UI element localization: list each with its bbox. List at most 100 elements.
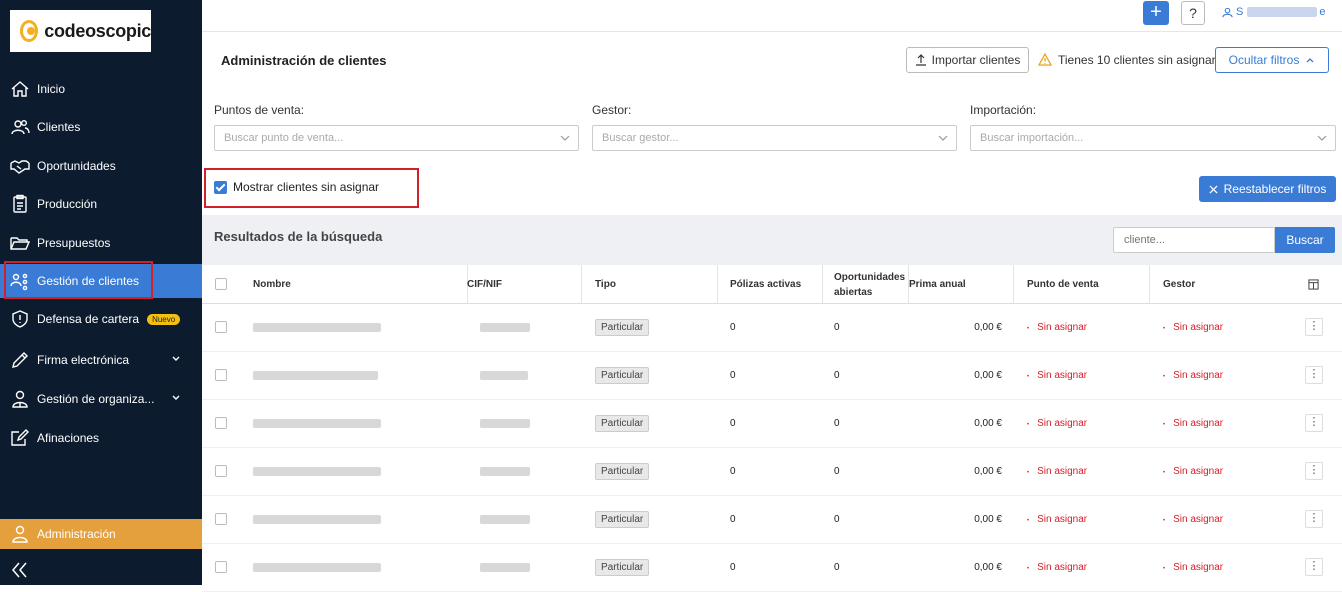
page-title: Administración de clientes <box>221 53 387 68</box>
row-checkbox[interactable] <box>215 369 227 381</box>
pen-icon <box>12 352 28 368</box>
col-tipo[interactable]: Tipo <box>595 265 616 304</box>
manager-status: Sin asignar <box>1163 544 1223 590</box>
type-pill: Particular <box>595 558 650 576</box>
annual-premium: 0,00 € <box>974 465 1002 477</box>
client-cif-redacted <box>480 448 530 494</box>
toggle-filters-button[interactable]: Ocultar filtros <box>1215 47 1329 73</box>
client-cif-redacted <box>480 400 530 446</box>
row-actions-menu[interactable]: ⋮ <box>1305 558 1323 576</box>
active-policies: 0 <box>730 465 736 477</box>
sidebar-item-produccion[interactable]: Producción <box>0 187 202 221</box>
user-suffix: e <box>1319 6 1326 18</box>
unassigned-text: Sin asignar <box>1163 514 1223 525</box>
open-opportunities: 0 <box>834 513 840 525</box>
highlight-box <box>204 168 419 208</box>
manager-status: Sin asignar <box>1163 304 1223 350</box>
row-checkbox[interactable] <box>215 561 227 573</box>
columns-config-icon[interactable] <box>1308 279 1319 290</box>
unassigned-text: Sin asignar <box>1163 370 1223 381</box>
client-type: Particular <box>595 448 650 494</box>
import-clients-label: Importar clientes <box>931 53 1021 67</box>
col-cif[interactable]: CIF/NIF <box>467 265 502 304</box>
client-type: Particular <box>595 304 650 350</box>
client-cif-redacted <box>480 304 530 350</box>
user-icon <box>1222 7 1233 17</box>
add-button[interactable]: + <box>1143 1 1169 25</box>
row-checkbox[interactable] <box>215 417 227 429</box>
row-actions-menu[interactable]: ⋮ <box>1305 510 1323 528</box>
reset-filters-button[interactable]: Reestablecer filtros <box>1199 176 1336 202</box>
client-name-redacted <box>253 544 381 590</box>
user-name-redacted <box>1247 7 1318 17</box>
points-of-sale-select[interactable]: Buscar punto de venta... <box>214 125 579 151</box>
shield-icon <box>12 310 28 328</box>
point-of-sale-status: Sin asignar <box>1027 496 1087 542</box>
sidebar-item-clientes[interactable]: Clientes <box>0 110 202 144</box>
client-name-redacted <box>253 304 381 350</box>
user-menu[interactable]: S e <box>1222 6 1325 18</box>
manager-select[interactable]: Buscar gestor... <box>592 125 957 151</box>
unassigned-text: Sin asignar <box>1163 418 1223 429</box>
sidebar-item-gestion-organizacion[interactable]: Gestión de organiza... <box>0 382 202 416</box>
manager-label: Gestor: <box>592 103 632 117</box>
logo-text: codeoscopic <box>44 20 151 41</box>
open-opportunities: 0 <box>834 465 840 477</box>
import-select[interactable]: Buscar importación... <box>970 125 1336 151</box>
col-polizas[interactable]: Pólizas activas <box>730 265 801 304</box>
table-row[interactable]: Particular 0 0 0,00 € Sin asignar Sin asignar… <box>202 304 1342 352</box>
col-oportunidades-line1: Oportunidades <box>834 271 906 283</box>
logo[interactable]: codeoscopic <box>10 10 151 52</box>
row-checkbox[interactable] <box>215 513 227 525</box>
row-actions-menu[interactable]: ⋮ <box>1305 462 1323 480</box>
sidebar-item-oportunidades[interactable]: Oportunidades <box>0 149 202 183</box>
open-opportunities: 0 <box>834 417 840 429</box>
row-checkbox[interactable] <box>215 321 227 333</box>
col-prima[interactable]: Prima anual <box>909 265 966 304</box>
search-button[interactable]: Buscar <box>1275 227 1335 253</box>
client-type: Particular <box>595 352 650 398</box>
client-cif-redacted <box>480 496 530 542</box>
col-oportunidades[interactable]: Oportunidades abiertas <box>834 265 905 304</box>
sidebar-item-administracion[interactable]: Administración <box>0 519 202 549</box>
sidebar-item-label: Gestión de organiza... <box>37 392 155 406</box>
table-row[interactable]: Particular 0 0 0,00 € Sin asignar Sin asignar… <box>202 496 1342 544</box>
client-name-redacted <box>253 352 378 398</box>
sidebar-item-defensa-cartera[interactable]: Defensa de cartera Nuevo <box>0 302 202 336</box>
sidebar-item-presupuestos[interactable]: Presupuestos <box>0 226 202 260</box>
sidebar-item-inicio[interactable]: Inicio <box>0 72 202 106</box>
import-clients-button[interactable]: Importar clientes <box>906 47 1029 73</box>
sidebar-item-firma-electronica[interactable]: Firma electrónica <box>0 343 202 377</box>
point-of-sale-status: Sin asignar <box>1027 544 1087 590</box>
client-type: Particular <box>595 496 650 542</box>
col-gestor[interactable]: Gestor <box>1163 265 1195 304</box>
type-pill: Particular <box>595 462 650 480</box>
unassigned-warning: Tienes 10 clientes sin asignar <box>1038 53 1216 67</box>
row-actions-menu[interactable]: ⋮ <box>1305 414 1323 432</box>
table-row[interactable]: Particular 0 0 0,00 € Sin asignar Sin asignar… <box>202 352 1342 400</box>
table-row[interactable]: Particular 0 0 0,00 € Sin asignar Sin asignar… <box>202 448 1342 496</box>
help-button[interactable]: ? <box>1181 1 1205 25</box>
col-punto-venta[interactable]: Punto de venta <box>1027 265 1099 304</box>
table-row[interactable]: Particular 0 0 0,00 € Sin asignar Sin asignar… <box>202 400 1342 448</box>
chevron-down-icon <box>1317 135 1327 141</box>
collapse-sidebar-icon[interactable] <box>10 560 30 580</box>
chevron-up-icon <box>1306 58 1314 63</box>
point-of-sale-status: Sin asignar <box>1027 400 1087 446</box>
warning-text: Tienes 10 clientes sin asignar <box>1058 53 1216 67</box>
client-search-input[interactable] <box>1113 227 1275 253</box>
sidebar-item-label: Presupuestos <box>37 236 111 250</box>
col-oportunidades-line2: abiertas <box>834 286 873 298</box>
handshake-icon <box>10 160 30 174</box>
select-all-checkbox[interactable] <box>215 278 227 290</box>
type-pill: Particular <box>595 366 650 384</box>
sidebar-item-afinaciones[interactable]: Afinaciones <box>0 421 202 455</box>
row-checkbox[interactable] <box>215 465 227 477</box>
active-policies: 0 <box>730 561 736 573</box>
row-actions-menu[interactable]: ⋮ <box>1305 366 1323 384</box>
sidebar-item-label: Oportunidades <box>37 159 116 173</box>
active-policies: 0 <box>730 321 736 333</box>
row-actions-menu[interactable]: ⋮ <box>1305 318 1323 336</box>
manager-placeholder: Buscar gestor... <box>602 132 679 144</box>
col-nombre[interactable]: Nombre <box>253 265 291 304</box>
